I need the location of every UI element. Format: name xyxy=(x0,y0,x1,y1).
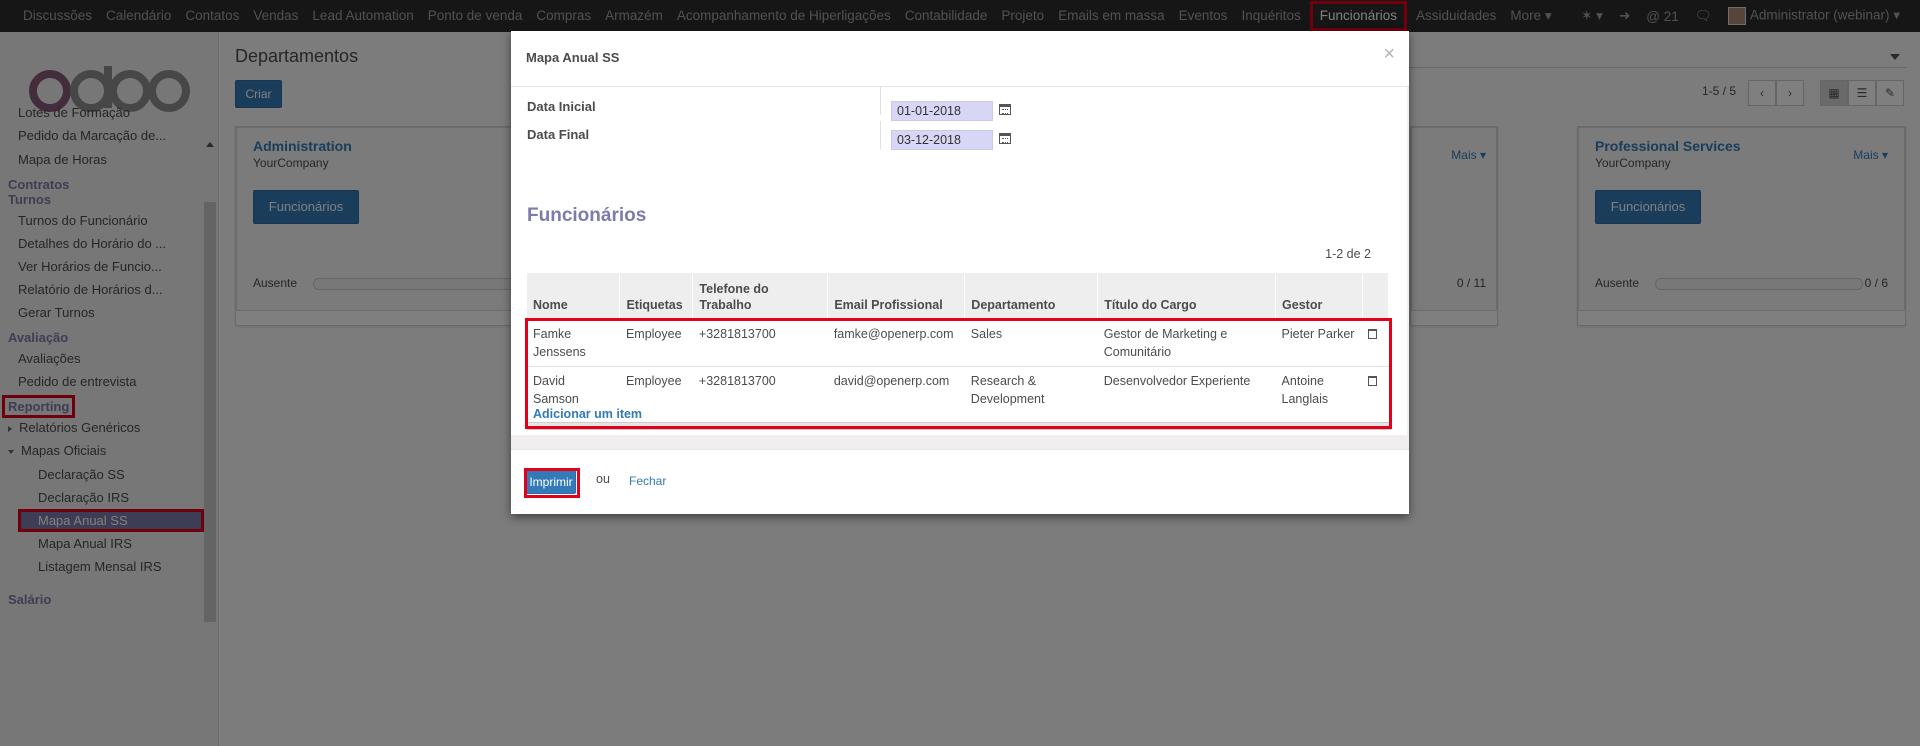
column-header-actions xyxy=(1362,273,1390,320)
calendar-icon[interactable] xyxy=(999,104,1011,115)
or-label: ou xyxy=(596,472,610,486)
end-date-label: Data Final xyxy=(527,127,590,142)
table-pager: 1-2 de 2 xyxy=(1325,247,1371,261)
wizard-dialog: Mapa Anual SS × Data Inicial 01-01-2018 … xyxy=(511,31,1409,514)
end-date-field[interactable]: 03-12-2018 xyxy=(891,130,993,150)
dialog-title: Mapa Anual SS xyxy=(526,50,620,65)
column-header-manager[interactable]: Gestor xyxy=(1275,273,1363,320)
employees-section-title: Funcionários xyxy=(527,205,647,226)
dialog-footer: Imprimir ou Fechar xyxy=(511,449,1409,514)
start-date-field[interactable]: 01-01-2018 xyxy=(891,101,993,121)
start-date-label: Data Inicial xyxy=(527,99,596,114)
highlight-box xyxy=(525,318,1392,429)
column-header-job-title[interactable]: Título do Cargo xyxy=(1097,273,1277,320)
highlight-box xyxy=(524,468,580,498)
column-header-email[interactable]: Email Profissional xyxy=(827,273,966,320)
close-icon[interactable]: × xyxy=(1383,43,1395,66)
column-header-tags[interactable]: Etiquetas xyxy=(619,273,694,320)
calendar-icon[interactable] xyxy=(999,133,1011,144)
column-header-department[interactable]: Departamento xyxy=(964,273,1099,320)
dialog-body: Data Inicial 01-01-2018 Data Final 03-12… xyxy=(511,87,1409,449)
table-header-row: Nome Etiquetas Telefone do Trabalho Emai… xyxy=(527,273,1390,320)
field-separator xyxy=(880,87,881,115)
dialog-header: Mapa Anual SS × xyxy=(511,31,1409,87)
close-link[interactable]: Fechar xyxy=(629,474,666,488)
column-header-phone[interactable]: Telefone do Trabalho xyxy=(692,273,829,320)
column-header-name[interactable]: Nome xyxy=(527,273,621,320)
field-separator xyxy=(880,121,881,149)
